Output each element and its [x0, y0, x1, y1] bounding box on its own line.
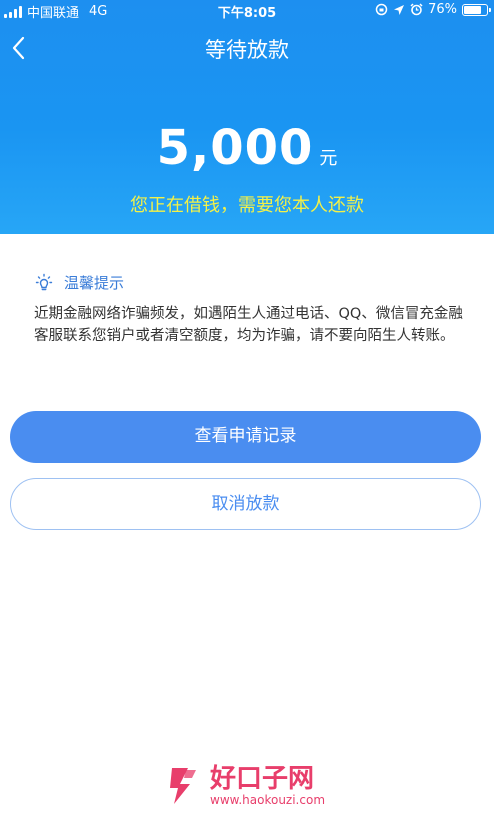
- loan-amount-row: 5,000 元: [0, 120, 494, 176]
- header-background: 中国联通 4G 下午8:05 76% 等待放款 5,000 元 您正在借钱，需要…: [0, 0, 494, 234]
- watermark: 好口子网 www.haokouzi.com: [162, 764, 325, 808]
- battery-icon: [462, 3, 491, 16]
- watermark-url: www.haokouzi.com: [210, 793, 326, 807]
- status-bar: 中国联通 4G 下午8:05 76%: [0, 0, 494, 22]
- location-icon: [394, 4, 405, 15]
- tip-title: 温馨提示: [64, 274, 125, 292]
- borrow-note: 您正在借钱，需要您本人还款: [130, 195, 364, 216]
- battery-percent: 76%: [428, 2, 457, 17]
- battery-fill: [464, 5, 481, 14]
- watermark-name: 好口子网: [210, 764, 315, 794]
- view-records-button[interactable]: 查看申请记录: [10, 411, 481, 463]
- tip-header: 温馨提示: [34, 272, 124, 293]
- rotation-lock-icon: [375, 3, 388, 16]
- cancel-loan-button[interactable]: 取消放款: [10, 478, 481, 530]
- status-right: 76%: [375, 2, 491, 17]
- currency-unit: 元: [319, 148, 338, 169]
- loan-amount: 5,000: [156, 120, 314, 176]
- page-title: 等待放款: [205, 38, 289, 62]
- tip-body: 近期金融网络诈骗频发，如遇陌生人通过电话、QQ、微信冒充金融客服联系您销户或者清…: [34, 306, 463, 344]
- alarm-icon: [410, 3, 423, 16]
- watermark-logo-icon: [170, 768, 196, 804]
- nav-bar: 等待放款: [0, 22, 494, 74]
- lightbulb-icon: [35, 273, 53, 290]
- watermark-text: 好口子网 www.haokouzi.com: [210, 765, 325, 807]
